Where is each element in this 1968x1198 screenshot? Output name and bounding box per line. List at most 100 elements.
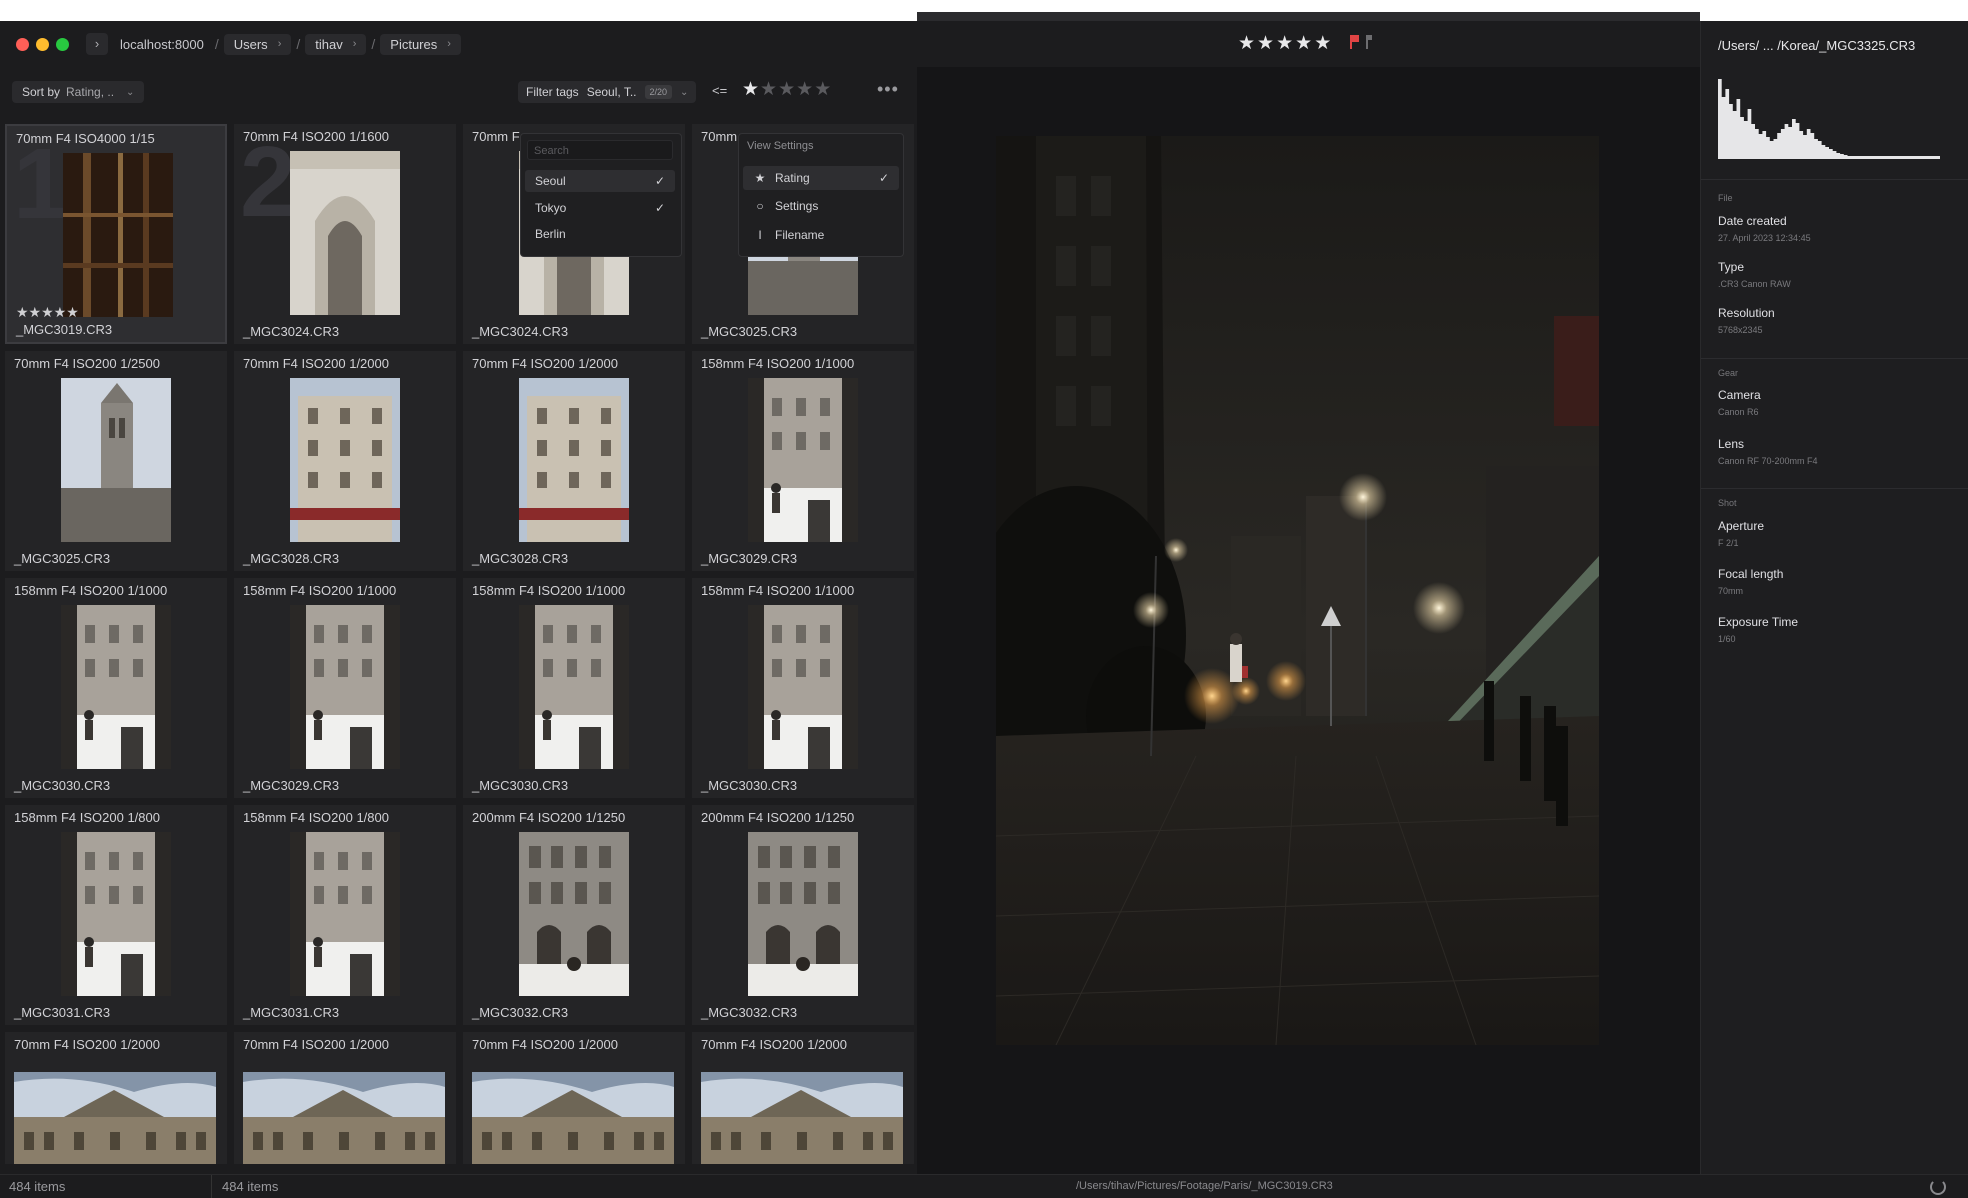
thumbnail-exif: 70mm F4 ISO200 1/2000 — [701, 1037, 847, 1052]
lens-label: Lens — [1718, 437, 1745, 451]
aperture-label: Aperture — [1718, 519, 1765, 533]
tag-search-input[interactable]: Search — [527, 140, 673, 160]
star-icon[interactable]: ★ — [796, 78, 813, 101]
thumbnail-exif: 158mm F4 ISO200 1/1000 — [701, 583, 855, 598]
thumbnail-cell[interactable]: 70mm F4 ISO200 1/2000 — [463, 1032, 685, 1164]
thumbnail-image — [243, 1072, 445, 1164]
breadcrumb-expand-button[interactable]: › — [86, 33, 108, 55]
histogram — [1718, 79, 1940, 159]
filter-count-badge: 2/20 — [644, 85, 673, 99]
view-option-label: Rating — [775, 171, 810, 185]
chevron-right-icon: › — [447, 38, 451, 50]
thumbnail-cell[interactable]: 158mm F4 ISO200 1/800 _MGC3031.CR3 — [234, 805, 456, 1025]
star-icon[interactable]: ★ — [1276, 32, 1293, 55]
thumbnail-exif: 70mm F4 ISO200 1/2000 — [14, 1037, 160, 1052]
thumbnail-image — [519, 605, 629, 769]
view-option-label: Settings — [775, 199, 819, 213]
view-option-settings[interactable]: ○ Settings — [743, 194, 899, 218]
thumbnail-filename: _MGC3019.CR3 — [16, 322, 113, 337]
viewer-rating[interactable]: ★ ★ ★ ★ ★ — [1238, 32, 1331, 55]
status-divider[interactable] — [211, 1175, 212, 1198]
thumbnail-exif: 70mm F4 ISO200 1/2000 — [472, 356, 618, 371]
minimize-window-button[interactable] — [36, 38, 49, 51]
thumbnail-image — [61, 378, 171, 542]
thumbnail-cell[interactable]: 158mm F4 ISO200 1/1000 _MGC3029.CR3 — [234, 578, 456, 798]
thumbnail-rating[interactable]: ★★★★★ — [16, 304, 79, 321]
thumbnail-image — [290, 605, 400, 769]
star-icon[interactable]: ★ — [1295, 32, 1312, 55]
tag-option-seoul[interactable]: Seoul ✓ — [525, 170, 675, 192]
thumbnail-exif: 200mm F4 ISO200 1/1250 — [701, 810, 855, 825]
star-icon[interactable]: ★ — [778, 78, 795, 101]
thumbnail-cell[interactable]: 70mm F4 ISO200 1/2000 — [234, 1032, 456, 1164]
star-icon[interactable]: ★ — [760, 78, 777, 101]
thumbnail-filename: _MGC3031.CR3 — [243, 1005, 340, 1020]
thumbnail-cell[interactable]: 2 70mm F4 ISO200 1/1600 _MGC3024.CR3 — [234, 124, 456, 344]
thumbnail-cell[interactable]: 200mm F4 ISO200 1/1250 _MGC3032.CR3 — [692, 805, 914, 1025]
tag-option-berlin[interactable]: Berlin — [525, 223, 675, 245]
breadcrumb-item-users[interactable]: Users › — [223, 33, 292, 55]
star-icon: ★ — [754, 171, 766, 185]
view-settings-menu: View Settings ★ Rating ✓ ○ Settings I Fi… — [738, 133, 904, 257]
date-created-value: 27. April 2023 12:34:45 — [1718, 233, 1811, 243]
item-count-grid: 484 items — [222, 1179, 279, 1194]
thumbnail-filename: _MGC3024.CR3 — [472, 324, 569, 339]
loading-spinner-icon — [1930, 1179, 1946, 1195]
thumbnail-cell[interactable]: 200mm F4 ISO200 1/1250 _MGC3032.CR3 — [463, 805, 685, 1025]
star-icon[interactable]: ★ — [814, 78, 831, 101]
star-icon[interactable]: ★ — [1257, 32, 1274, 55]
flag-grey-icon[interactable] — [1366, 35, 1372, 49]
thumbnail-cell[interactable]: 158mm F4 ISO200 1/1000 _MGC3030.CR3 — [5, 578, 227, 798]
thumbnail-filename: _MGC3028.CR3 — [243, 551, 340, 566]
camera-label: Camera — [1718, 388, 1761, 402]
rating-filter[interactable]: ★ ★ ★ ★ ★ — [742, 78, 831, 101]
close-window-button[interactable] — [16, 38, 29, 51]
current-file-path: /Users/tihav/Pictures/Footage/Paris/_MGC… — [1076, 1180, 1333, 1192]
zoom-window-button[interactable] — [56, 38, 69, 51]
breadcrumb-item-pictures[interactable]: Pictures › — [380, 33, 461, 55]
thumbnail-cell[interactable]: 158mm F4 ISO200 1/1000 _MGC3030.CR3 — [463, 578, 685, 798]
thumbnail-exif: 70mm F — [472, 129, 520, 144]
thumbnail-image — [519, 832, 629, 996]
thumbnail-image — [472, 1072, 674, 1164]
thumbnail-exif: 158mm F4 ISO200 1/1000 — [701, 356, 855, 371]
thumbnail-cell[interactable]: 70mm F4 ISO200 1/2000 _MGC3028.CR3 — [463, 351, 685, 571]
star-icon[interactable]: ★ — [1238, 32, 1255, 55]
thumbnail-cell[interactable]: 1 70mm F4 ISO4000 1/15 ★★★★★ _MGC3019.CR3 — [5, 124, 227, 344]
tag-option-tokyo[interactable]: Tokyo ✓ — [525, 197, 675, 219]
thumbnail-cell[interactable]: 158mm F4 ISO200 1/1000 _MGC3029.CR3 — [692, 351, 914, 571]
exposure-time-label: Exposure Time — [1718, 615, 1799, 629]
breadcrumb-host[interactable]: localhost:8000 — [114, 37, 210, 52]
star-icon[interactable]: ★ — [742, 78, 759, 101]
thumbnail-cell[interactable]: 158mm F4 ISO200 1/1000 _MGC3030.CR3 — [692, 578, 914, 798]
thumbnail-cell[interactable]: 70mm F4 ISO200 1/2000 _MGC3028.CR3 — [234, 351, 456, 571]
view-option-rating[interactable]: ★ Rating ✓ — [743, 166, 899, 190]
thumbnail-cell[interactable]: 158mm F4 ISO200 1/800 _MGC3031.CR3 — [5, 805, 227, 1025]
view-option-filename[interactable]: I Filename — [743, 223, 899, 247]
image-viewer[interactable] — [917, 67, 1700, 1175]
inspector-file-path: /Users/ ... /Korea/_MGC3325.CR3 — [1718, 38, 1916, 53]
filter-tags-dropdown[interactable]: Filter tags Seoul, T.. 2/20 ⌄ — [518, 81, 697, 103]
thumbnail-cell[interactable]: 70mm F4 ISO200 1/2000 — [692, 1032, 914, 1164]
aperture-value: F 2/1 — [1718, 538, 1739, 548]
thumbnail-exif: 158mm F4 ISO200 1/800 — [243, 810, 389, 825]
histogram-area — [1718, 79, 1940, 159]
thumbnail-exif: 70mm F4 ISO4000 1/15 — [16, 131, 155, 146]
breadcrumb-item-tihav[interactable]: tihav › — [305, 33, 367, 55]
sort-dropdown[interactable]: Sort by Rating, .. ⌄ — [12, 81, 145, 103]
lens-value: Canon RF 70-200mm F4 — [1718, 456, 1818, 466]
thumbnail-image — [290, 832, 400, 996]
flag-red-icon[interactable] — [1350, 35, 1360, 49]
thumbnail-cell[interactable]: 70mm F4 ISO200 1/2000 — [5, 1032, 227, 1164]
thumbnail-image — [748, 605, 858, 769]
tag-filter-menu: Search Seoul ✓ Tokyo ✓ Berlin — [520, 133, 682, 257]
thumbnail-exif: 158mm F4 ISO200 1/800 — [14, 810, 160, 825]
divider — [1701, 179, 1968, 180]
thumbnail-cell[interactable]: 70mm F4 ISO200 1/2500 _MGC3025.CR3 — [5, 351, 227, 571]
more-options-icon[interactable]: ••• — [877, 79, 899, 100]
thumbnail-exif: 70mm F4 ISO200 1/2500 — [14, 356, 160, 371]
status-bar: 484 items 484 items /Users/tihav/Picture… — [0, 1174, 1968, 1198]
star-icon[interactable]: ★ — [1314, 32, 1331, 55]
date-created-label: Date created — [1718, 214, 1787, 228]
rating-compare-operator[interactable]: <= — [712, 83, 727, 98]
